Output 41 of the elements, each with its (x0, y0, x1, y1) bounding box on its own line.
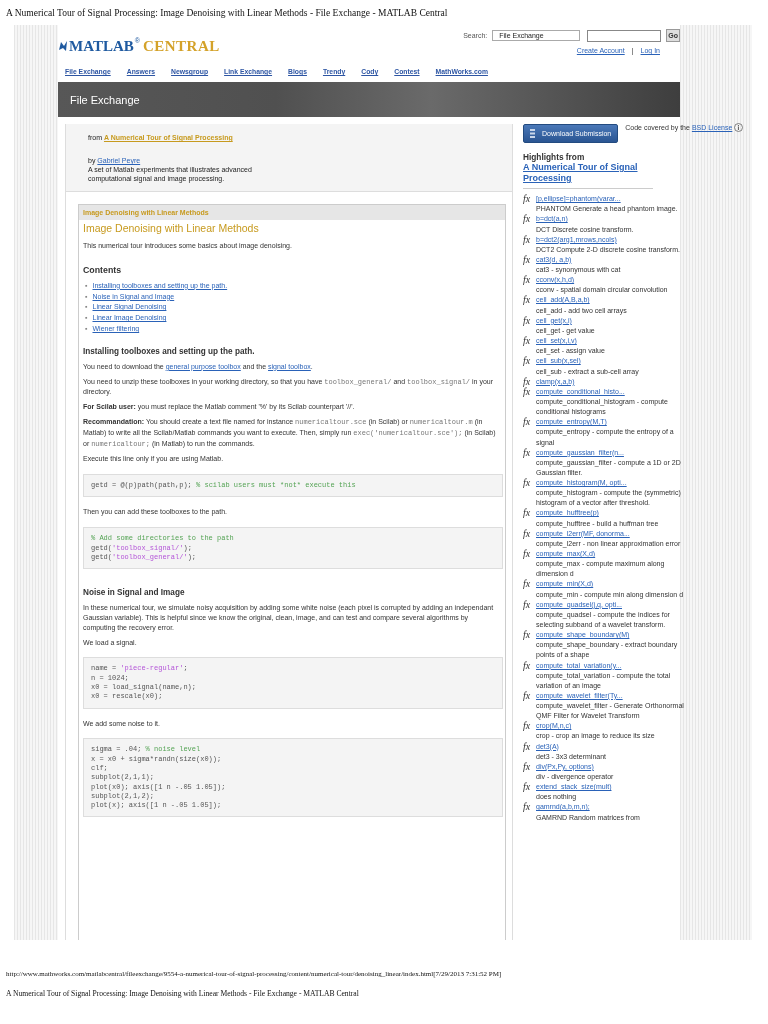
function-marker: fx (523, 194, 532, 205)
highlights-label: Highlights from (523, 152, 586, 162)
function-marker: fx (523, 478, 532, 489)
function-marker: fx (523, 336, 532, 347)
document-title: Image Denoising with Linear Methods (83, 222, 260, 234)
function-marker: fx (523, 508, 532, 519)
section-heading: Contents (83, 264, 123, 275)
section-heading: Noise in Signal and Image (83, 588, 186, 598)
logo-icon (58, 40, 68, 52)
function-marker: fx (523, 741, 532, 752)
bars-icon (530, 129, 535, 138)
search-field[interactable] (587, 29, 662, 42)
function-marker: fx (523, 721, 532, 732)
function-marker: fx (523, 660, 532, 671)
function-marker: fx (523, 690, 532, 702)
function-marker: fx (523, 356, 532, 367)
function-marker: fx (523, 254, 532, 266)
function-marker: fx (523, 630, 532, 641)
logo-text: CENTRAL (142, 37, 220, 55)
function-marker: fx (523, 295, 532, 306)
function-marker: fx (523, 549, 532, 560)
function-marker: fx (523, 417, 532, 428)
function-marker: fx (523, 599, 532, 610)
page-title: A Numerical Tour of Signal Processing: Image Denoising with Linear Methods - File Exchange - MATLAB Central (5, 7, 449, 20)
highlights-link[interactable]: A Numerical Tour of Signal Processing (523, 162, 653, 184)
info-icon (734, 123, 744, 132)
function-marker: fx (523, 761, 532, 773)
function-marker: fx (523, 447, 532, 458)
function-marker: fx (523, 802, 532, 813)
function-marker: fx (523, 315, 532, 326)
function-marker: fx (523, 376, 532, 387)
function-marker: fx (523, 528, 532, 539)
function-marker: fx (523, 214, 532, 225)
logo-text: MATLAB (69, 37, 134, 55)
function-marker: fx (523, 579, 532, 590)
function-marker: fx (523, 234, 532, 245)
section-heading: Installing toolboxes and setting up the path. (83, 346, 256, 356)
function-marker: fx (523, 782, 532, 793)
banner-title: File Exchange (70, 93, 140, 106)
function-marker: fx (523, 386, 532, 398)
function-marker: fx (523, 275, 532, 286)
